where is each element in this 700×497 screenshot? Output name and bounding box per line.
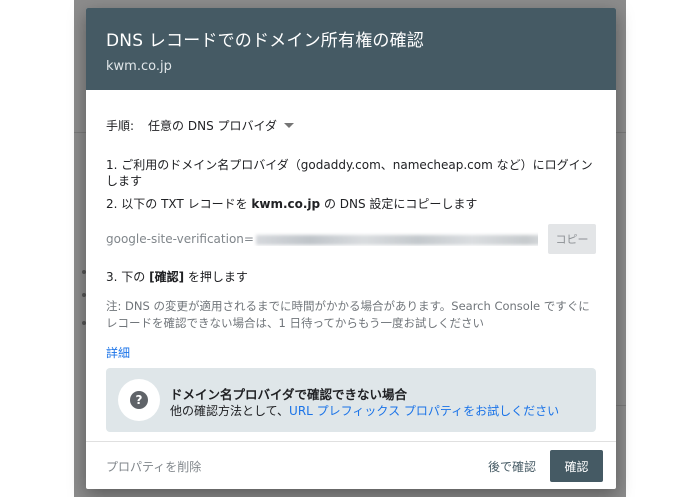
- verify-button[interactable]: 確認: [550, 450, 603, 482]
- step-3-button-ref: [確認]: [149, 270, 185, 284]
- domain-name: kwm.co.jp: [106, 59, 172, 74]
- help-card-text: 他の確認方法として、URL プレフィックス プロパティをお試しください: [170, 402, 559, 419]
- background-divider: [74, 132, 86, 133]
- help-card: ? ドメイン名プロバイダで確認できない場合 他の確認方法として、URL プレフィ…: [106, 368, 596, 432]
- procedure-label: 手順:: [106, 119, 135, 133]
- verify-later-button[interactable]: 後で確認: [488, 458, 536, 475]
- step-3-prefix: 3. 下の: [106, 270, 150, 284]
- txt-record-prefix: google-site-verification=: [106, 232, 254, 246]
- help-card-prefix: 他の確認方法として、: [170, 404, 290, 418]
- step-1: 1. ご利用のドメイン名プロバイダ（godaddy.com、namecheap.…: [106, 158, 593, 188]
- propagation-note: 注: DNS の変更が適用されるまでに時間がかかる場合があります。Search …: [106, 299, 590, 330]
- dns-verification-dialog: DNS レコードでのドメイン所有権の確認 kwm.co.jp 手順: 任意の D…: [86, 8, 616, 489]
- url-prefix-property-link[interactable]: URL プレフィックス プロパティをお試しください: [289, 404, 559, 418]
- txt-record-row: google-site-verification= コピー: [106, 224, 596, 254]
- dropdown-caret-icon: [284, 123, 295, 128]
- question-mark-icon: ?: [130, 391, 148, 409]
- help-icon-circle: ?: [118, 379, 160, 421]
- dialog-footer: プロパティを削除 後で確認 確認: [86, 441, 616, 489]
- provider-dropdown[interactable]: 任意の DNS プロバイダ: [148, 117, 295, 134]
- step-2: 2. 以下の TXT レコードを kwm.co.jp の DNS 設定にコピーし…: [106, 196, 477, 212]
- redacted-token: [255, 234, 538, 245]
- step-2-domain: kwm.co.jp: [251, 197, 321, 211]
- help-card-title: ドメイン名プロバイダで確認できない場合: [170, 387, 408, 402]
- step-2-prefix: 2. 以下の TXT レコードを: [106, 197, 252, 211]
- copy-button[interactable]: コピー: [548, 224, 596, 254]
- step-2-suffix: の DNS 設定にコピーします: [320, 197, 478, 211]
- procedure-row: 手順: 任意の DNS プロバイダ: [106, 117, 295, 134]
- provider-dropdown-value: 任意の DNS プロバイダ: [148, 119, 278, 133]
- step-3: 3. 下の [確認] を押します: [106, 269, 248, 285]
- dialog-title: DNS レコードでのドメイン所有権の確認: [106, 31, 425, 51]
- txt-record-value[interactable]: google-site-verification=: [106, 232, 538, 246]
- delete-property-button[interactable]: プロパティを削除: [106, 458, 201, 475]
- details-link[interactable]: 詳細: [106, 344, 130, 361]
- step-3-suffix: を押します: [184, 270, 248, 284]
- dialog-header: DNS レコードでのドメイン所有権の確認 kwm.co.jp: [86, 8, 616, 90]
